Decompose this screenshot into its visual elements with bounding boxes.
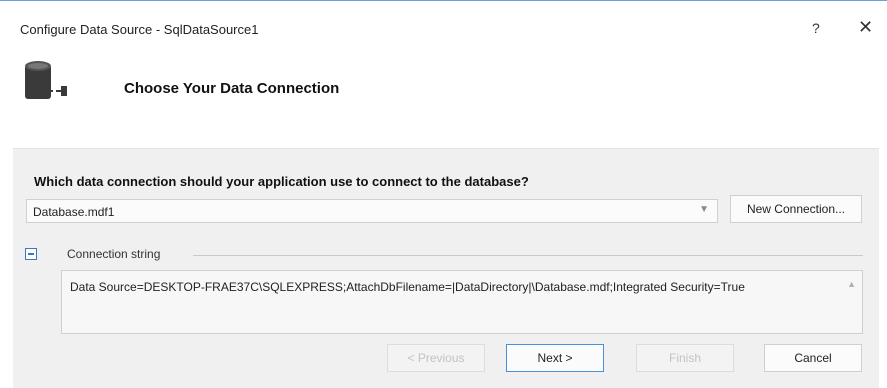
connection-string-box[interactable]: Data Source=DESKTOP-FRAE37C\SQLEXPRESS;A… [61, 270, 863, 334]
connection-string-label: Connection string [67, 247, 161, 261]
section-divider [193, 255, 863, 256]
content-panel: Which data connection should your applic… [13, 148, 879, 388]
page-heading: Choose Your Data Connection [124, 80, 340, 97]
connection-dropdown[interactable]: Database.mdf1 ▼ [26, 199, 718, 223]
window-title: Configure Data Source - SqlDataSource1 [20, 22, 259, 37]
minus-icon [28, 253, 34, 255]
database-icon [25, 61, 67, 99]
window-top-border [0, 0, 887, 1]
finish-button[interactable]: Finish [636, 344, 734, 372]
connection-dropdown-value: Database.mdf1 [33, 205, 115, 219]
close-button[interactable]: ✕ [858, 17, 873, 38]
previous-button[interactable]: < Previous [387, 344, 485, 372]
connection-question: Which data connection should your applic… [34, 174, 529, 189]
cancel-button[interactable]: Cancel [764, 344, 862, 372]
new-connection-button[interactable]: New Connection... [730, 195, 862, 223]
scroll-up-icon[interactable]: ▲ [847, 279, 856, 289]
chevron-down-icon[interactable]: ▼ [699, 204, 709, 215]
help-button[interactable]: ? [812, 20, 820, 36]
collapse-toggle[interactable] [25, 248, 37, 260]
connection-string-text: Data Source=DESKTOP-FRAE37C\SQLEXPRESS;A… [70, 280, 745, 294]
next-button[interactable]: Next > [506, 344, 604, 372]
